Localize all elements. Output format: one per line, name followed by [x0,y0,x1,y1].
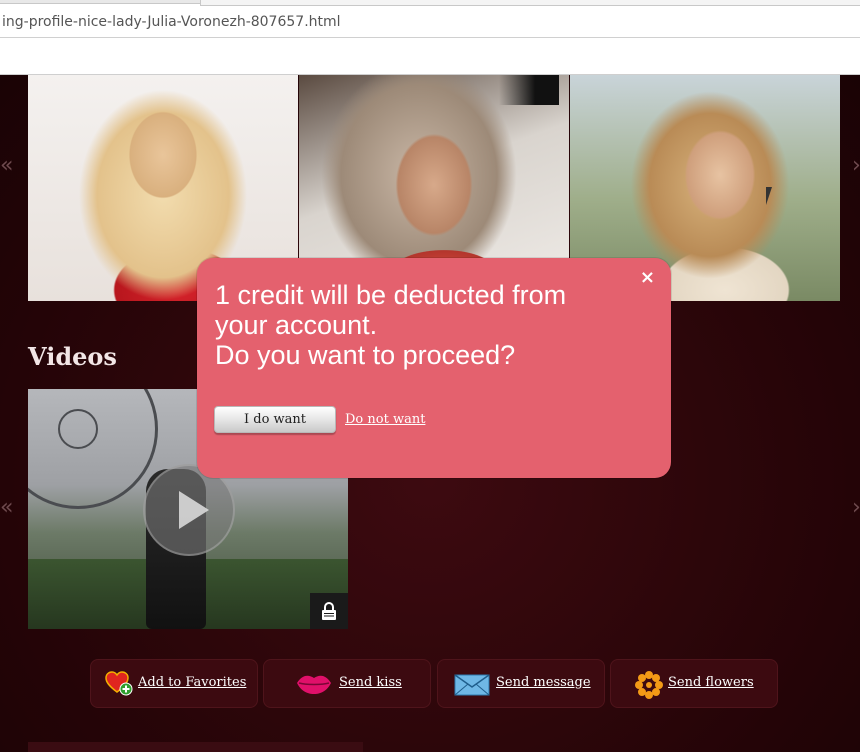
video-locked-badge [310,593,348,629]
browser-toolbar-area [0,38,860,75]
videos-heading: Videos [28,342,117,371]
profile-action-bar: Add to Favorites Send kiss Send message [0,659,860,709]
dialog-message-line-1: 1 credit will be deducted from [215,280,567,310]
videos-prev-arrow-icon[interactable]: « [0,497,14,519]
photos-prev-arrow-icon[interactable]: « [0,155,14,177]
favorites-label: Add to Favorites [138,675,247,690]
ferris-wheel-shape [28,389,158,509]
play-icon [179,491,209,529]
ferris-wheel-hub [58,409,98,449]
credit-confirm-dialog: × 1 credit will be deducted from your ac… [197,258,671,478]
flowers-label: Send flowers [668,675,754,690]
envelope-icon [454,674,490,696]
address-bar[interactable]: ing-profile-nice-lady-Julia-Voronezh-807… [0,0,860,38]
confirm-button[interactable]: I do want [214,406,336,433]
dialog-message-line-3: Do you want to proceed? [215,340,516,370]
next-section-strip [28,742,363,752]
message-label: Send message [496,675,591,690]
kiss-label: Send kiss [339,675,402,690]
close-icon[interactable]: × [640,268,655,288]
dialog-message: 1 credit will be deducted from your acco… [215,280,635,370]
photo-shadow [499,75,559,105]
send-message-button[interactable]: Send message [437,659,605,708]
lips-icon [297,675,331,694]
tab-edge [200,0,860,6]
lock-icon [322,602,336,620]
photos-next-arrow-icon[interactable]: › [852,155,860,177]
decline-link[interactable]: Do not want [345,412,425,427]
send-flowers-button[interactable]: Send flowers [610,659,778,708]
videos-next-arrow-icon[interactable]: › [852,497,860,519]
mouse-cursor-icon [766,187,778,205]
url-text[interactable]: ing-profile-nice-lady-Julia-Voronezh-807… [2,14,341,30]
add-to-favorites-button[interactable]: Add to Favorites [90,659,258,708]
dialog-message-line-2: your account. [215,310,378,340]
send-kiss-button[interactable]: Send kiss [263,659,431,708]
heart-plus-icon [105,671,133,696]
flower-icon [635,671,663,699]
